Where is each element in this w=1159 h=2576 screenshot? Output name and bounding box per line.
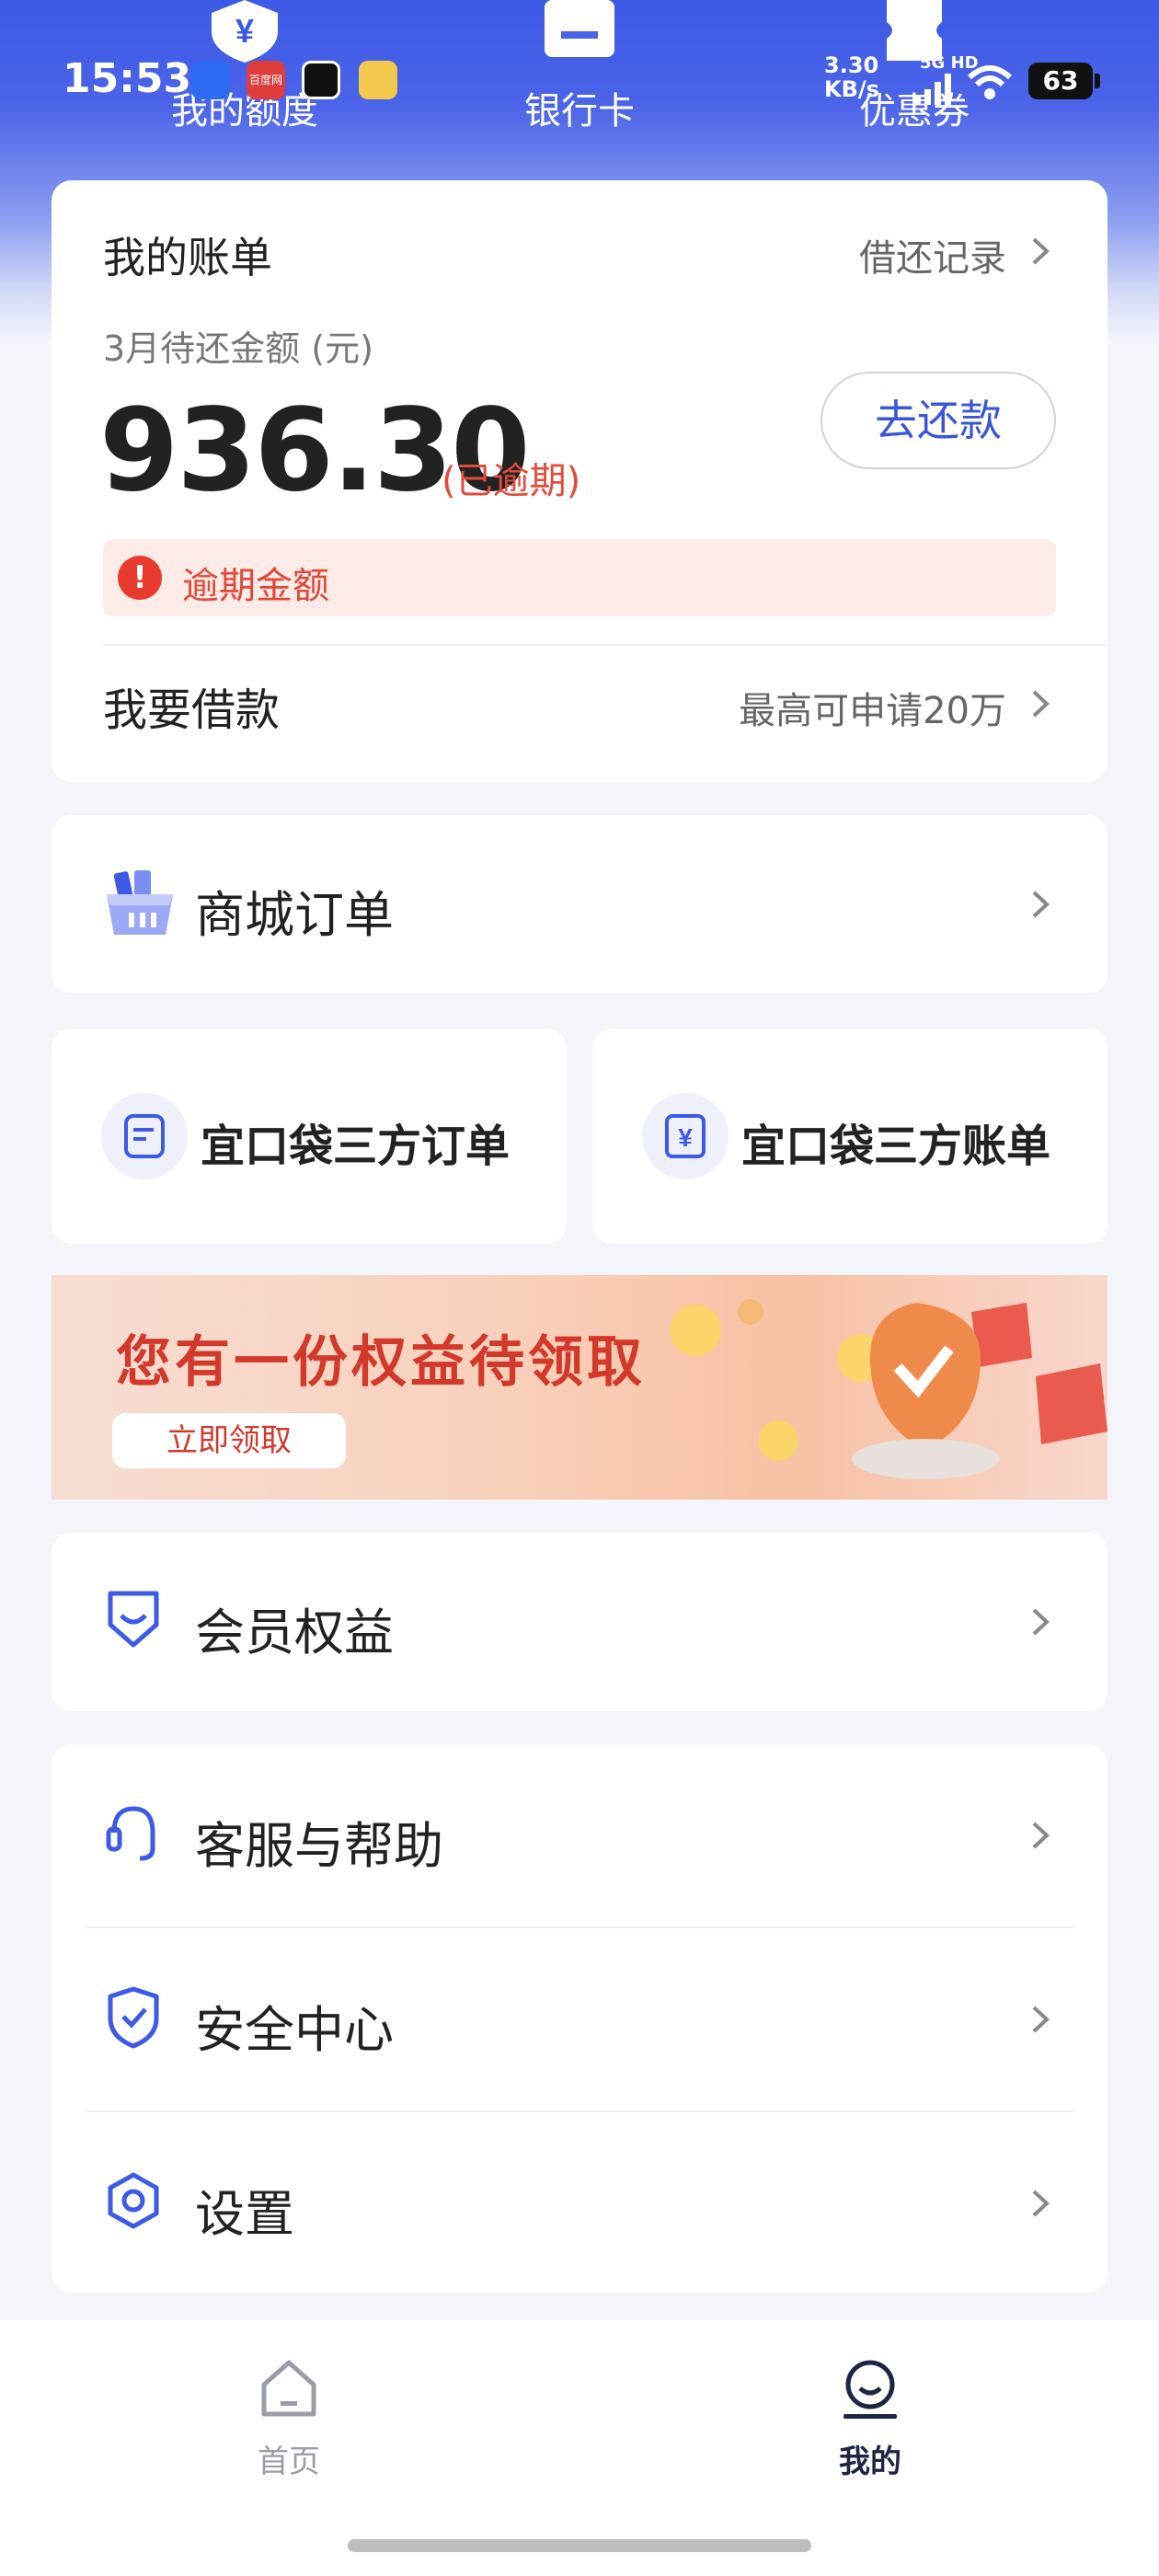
battery-icon: 63 bbox=[1028, 63, 1100, 99]
svg-text:¥: ¥ bbox=[678, 1123, 693, 1152]
user-face-icon bbox=[843, 2360, 897, 2419]
security-center-label: 安全中心 bbox=[195, 2001, 394, 2059]
mall-order-label: 商城订单 bbox=[195, 886, 394, 944]
customer-service-row[interactable]: 客服与帮助 bbox=[52, 1744, 1107, 1926]
headset-icon bbox=[106, 1806, 155, 1861]
settings-menu-card: 客服与帮助 安全中心 设置 bbox=[52, 1744, 1107, 2293]
member-benefits-row[interactable]: 会员权益 bbox=[52, 1533, 1107, 1711]
chevron-right-icon bbox=[1032, 1822, 1050, 1849]
weibo-app-icon bbox=[359, 61, 397, 99]
net-speed: 3.30 KB/s bbox=[824, 52, 879, 102]
third-party-orders-card[interactable]: 宜口袋三方订单 bbox=[52, 1029, 567, 1244]
bill-card: 我的账单 借还记录 3月待还金额 (元) 936.30 (已逾期) 去还款 ! … bbox=[52, 180, 1107, 782]
due-amount-label: 3月待还金额 (元) bbox=[103, 328, 373, 369]
chevron-right-icon bbox=[1032, 237, 1050, 265]
bottom-tab-bar: 首页 我的 bbox=[0, 2320, 1159, 2576]
tab-mine[interactable]: 我的 bbox=[778, 2357, 962, 2481]
claim-now-button[interactable]: 立即领取 bbox=[112, 1413, 346, 1468]
third-party-bills-card[interactable]: ¥ 宜口袋三方账单 bbox=[592, 1029, 1107, 1244]
customer-service-label: 客服与帮助 bbox=[195, 1817, 443, 1875]
mall-order-row[interactable]: 商城订单 bbox=[52, 815, 1107, 994]
repay-button[interactable]: 去还款 bbox=[820, 372, 1056, 469]
baidu-app-icon bbox=[191, 61, 230, 99]
alert-icon: ! bbox=[118, 556, 162, 600]
home-icon bbox=[261, 2360, 316, 2417]
shopping-basket-icon bbox=[107, 870, 173, 935]
overdue-notice[interactable]: ! 逾期金额 bbox=[103, 539, 1056, 616]
tab-mine-label: 我的 bbox=[839, 2444, 901, 2480]
borrow-row[interactable]: 我要借款 最高可申请20万 bbox=[52, 646, 1107, 782]
settings-hexagon-icon bbox=[108, 2172, 159, 2229]
member-badge-icon bbox=[108, 1591, 159, 1648]
wifi-icon bbox=[968, 65, 1012, 99]
member-benefits-label: 会员权益 bbox=[195, 1604, 394, 1662]
chevron-right-icon bbox=[1032, 2190, 1050, 2217]
tab-home[interactable]: 首页 bbox=[197, 2357, 381, 2481]
chevron-right-icon bbox=[1032, 690, 1050, 718]
overdue-notice-label: 逾期金额 bbox=[182, 565, 329, 607]
settings-row[interactable]: 设置 bbox=[52, 2112, 1107, 2293]
banner-title: 您有一份权益待领取 bbox=[116, 1330, 646, 1395]
settings-label: 设置 bbox=[195, 2185, 294, 2243]
benefits-banner[interactable]: 您有一份权益待领取 立即领取 bbox=[52, 1275, 1107, 1500]
home-indicator bbox=[348, 2539, 811, 2552]
shield-check-icon bbox=[108, 1986, 159, 2049]
document-icon bbox=[124, 1114, 165, 1158]
order-icon-bg bbox=[101, 1093, 188, 1179]
status-bar: 15:53 百度网 3.30 KB/s 5G HD 63 bbox=[0, 37, 1159, 120]
yen-bill-icon: ¥ bbox=[665, 1114, 706, 1158]
bill-title: 我的账单 bbox=[103, 233, 272, 282]
repayment-record-link[interactable]: 借还记录 bbox=[859, 228, 1006, 282]
chevron-right-icon bbox=[1032, 891, 1050, 918]
overdue-tag: (已逾期) bbox=[442, 460, 581, 502]
borrow-limit-text: 最高可申请20万 bbox=[739, 690, 1006, 732]
status-time: 15:53 bbox=[63, 55, 192, 102]
security-center-row[interactable]: 安全中心 bbox=[52, 1928, 1107, 2110]
camera-app-icon bbox=[302, 61, 340, 99]
chevron-right-icon bbox=[1032, 1608, 1050, 1636]
third-party-orders-label: 宜口袋三方订单 bbox=[201, 1121, 511, 1172]
chevron-right-icon bbox=[1032, 2006, 1050, 2033]
signal-icon bbox=[914, 74, 951, 105]
third-party-bills-label: 宜口袋三方账单 bbox=[741, 1121, 1051, 1172]
borrow-title: 我要借款 bbox=[103, 684, 281, 736]
news-app-icon: 百度网 bbox=[247, 61, 285, 99]
tab-home-label: 首页 bbox=[258, 2444, 320, 2480]
bill-icon-bg: ¥ bbox=[642, 1093, 729, 1179]
